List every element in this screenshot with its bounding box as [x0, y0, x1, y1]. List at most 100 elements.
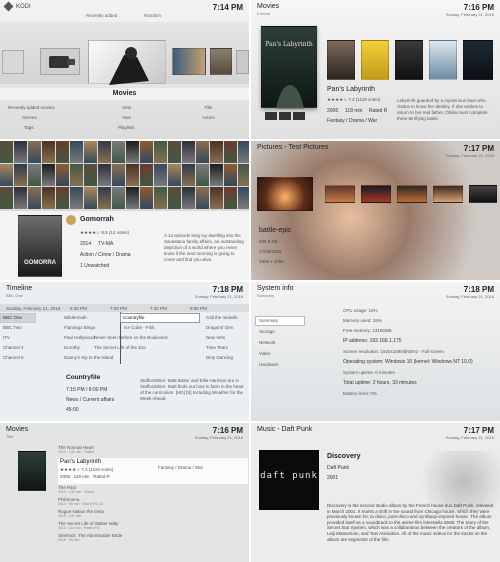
poster-tile[interactable]	[126, 164, 139, 186]
poster-tile[interactable]	[154, 141, 167, 163]
channel-name[interactable]: ITV	[3, 335, 10, 340]
poster-tile[interactable]	[168, 141, 181, 163]
widget-tile[interactable]	[210, 48, 232, 75]
thumbnail[interactable]	[469, 185, 497, 203]
poster-tile[interactable]	[140, 187, 153, 209]
list-item[interactable]: The Secret Life of Walter Mitty 2013 · 1…	[58, 521, 248, 533]
menu-item-summary[interactable]: Summary	[259, 318, 278, 323]
poster-tile[interactable]	[126, 141, 139, 163]
submenu-playlists[interactable]: Playlists	[118, 125, 135, 130]
channel-name[interactable]: BBC One	[3, 315, 22, 320]
poster-tile[interactable]	[14, 141, 27, 163]
poster-tile[interactable]	[70, 164, 83, 186]
poster-tile[interactable]	[70, 141, 83, 163]
poster-tile[interactable]	[463, 40, 493, 80]
program-cell[interactable]: Never Seen Before on the Boulevard	[94, 335, 202, 340]
program-cell[interactable]: Paul Hollywood	[64, 335, 95, 340]
submenu-year[interactable]: Year	[122, 115, 131, 120]
list-item[interactable]: Philomena 2013 · 98 min · Rated PG-13	[58, 497, 248, 509]
poster-tile[interactable]	[182, 141, 195, 163]
list-item[interactable]: Sherlock: The Abominable Bride 2016 · 90…	[58, 533, 248, 545]
submenu-actors[interactable]: Actors	[202, 115, 215, 120]
thumbnail-selected[interactable]	[257, 177, 313, 211]
thumbnail[interactable]	[397, 185, 427, 203]
widget-tile[interactable]	[236, 50, 249, 74]
tab-recently-added[interactable]: Recently added	[86, 13, 117, 18]
poster-tile[interactable]	[84, 164, 97, 186]
list-item-selected[interactable]: Pan's Labyrinth ★★★★☆ 7.4 (1119 votes) 2…	[58, 458, 248, 484]
poster-tile[interactable]	[98, 187, 111, 209]
channel-name[interactable]: Channel 4	[3, 345, 24, 350]
program-cell[interactable]: Call the midwife	[206, 315, 238, 320]
menu-item-video[interactable]: Video	[259, 351, 270, 356]
poster-tile[interactable]	[327, 40, 355, 80]
poster-tile[interactable]	[14, 187, 27, 209]
poster-tile[interactable]	[238, 141, 249, 163]
poster-tile[interactable]	[154, 187, 167, 209]
poster-tile[interactable]	[182, 187, 195, 209]
poster-tile[interactable]	[0, 141, 13, 163]
selected-poster[interactable]: Pan's Labyrinth	[261, 26, 317, 109]
program-cell[interactable]: Danny's trip to the Island	[64, 355, 113, 360]
poster-tile[interactable]	[182, 164, 195, 186]
menu-item-network[interactable]: Network	[259, 340, 276, 345]
poster-tile[interactable]	[196, 141, 209, 163]
thumbnail[interactable]	[325, 185, 355, 203]
list-item[interactable]: Rogue Nation the trivia 2015 · 131 min	[58, 509, 248, 521]
program-cell[interactable]: The Secret Life of the Zoo	[94, 345, 146, 350]
widget-tile-featured[interactable]	[88, 40, 166, 85]
poster-tile[interactable]	[140, 164, 153, 186]
program-cell[interactable]: Countryfile	[123, 315, 145, 320]
poster-tile[interactable]	[28, 141, 41, 163]
submenu-sets[interactable]: Sets	[122, 105, 131, 110]
thumbnail[interactable]	[433, 185, 463, 203]
poster-tile[interactable]	[112, 164, 125, 186]
program-cell[interactable]: Flamingo Bingo	[64, 325, 95, 330]
poster-tile[interactable]	[0, 187, 13, 209]
poster-tile[interactable]	[28, 187, 41, 209]
poster-tile[interactable]	[0, 164, 13, 186]
program-cell[interactable]: Wildermuth	[64, 315, 87, 320]
poster-tile[interactable]	[84, 187, 97, 209]
poster-tile[interactable]	[210, 141, 223, 163]
poster-tile[interactable]	[42, 187, 55, 209]
widget-tile[interactable]	[2, 50, 24, 74]
submenu-recently-added[interactable]: Recently added movies	[8, 105, 55, 110]
poster-tile[interactable]	[112, 141, 125, 163]
poster-tile[interactable]	[395, 40, 423, 80]
poster-tile[interactable]	[126, 187, 139, 209]
poster-tile[interactable]	[84, 141, 97, 163]
thumbnail[interactable]	[361, 185, 391, 203]
poster-tile[interactable]	[14, 164, 27, 186]
album-cover[interactable]: daft punk	[259, 450, 319, 510]
tab-random[interactable]: Random	[144, 13, 161, 18]
poster-tile[interactable]	[42, 141, 55, 163]
submenu-title[interactable]: Title	[204, 105, 212, 110]
submenu-genres[interactable]: Genres	[22, 115, 37, 120]
selected-poster[interactable]: GOMORRA	[18, 215, 62, 277]
poster-tile[interactable]	[224, 187, 237, 209]
poster-tile[interactable]	[210, 164, 223, 186]
poster-tile[interactable]	[56, 187, 69, 209]
program-cell[interactable]: Time Team	[206, 345, 228, 350]
submenu-tags[interactable]: Tags	[24, 125, 34, 130]
channel-name[interactable]: BBC Two	[3, 325, 22, 330]
menu-item-storage[interactable]: Storage	[259, 329, 275, 334]
list-item[interactable]: The Normal Heart 2014 · 132 min · Rated	[58, 445, 248, 458]
poster-tile[interactable]	[168, 164, 181, 186]
poster-tile[interactable]	[28, 164, 41, 186]
poster-tile[interactable]	[56, 141, 69, 163]
program-cell[interactable]: Dorothy	[64, 345, 80, 350]
program-cell[interactable]: Dirty Dancing	[206, 355, 233, 360]
menu-item-movies[interactable]: Movies	[0, 90, 249, 97]
poster-tile[interactable]	[429, 40, 457, 80]
program-cell[interactable]: New Vets	[206, 335, 225, 340]
selected-poster[interactable]	[18, 451, 46, 491]
poster-tile[interactable]	[196, 164, 209, 186]
poster-tile[interactable]	[154, 164, 167, 186]
poster-tile[interactable]	[168, 187, 181, 209]
poster-tile[interactable]	[98, 164, 111, 186]
poster-tile[interactable]	[224, 141, 237, 163]
poster-tile[interactable]	[224, 164, 237, 186]
poster-tile[interactable]	[196, 187, 209, 209]
